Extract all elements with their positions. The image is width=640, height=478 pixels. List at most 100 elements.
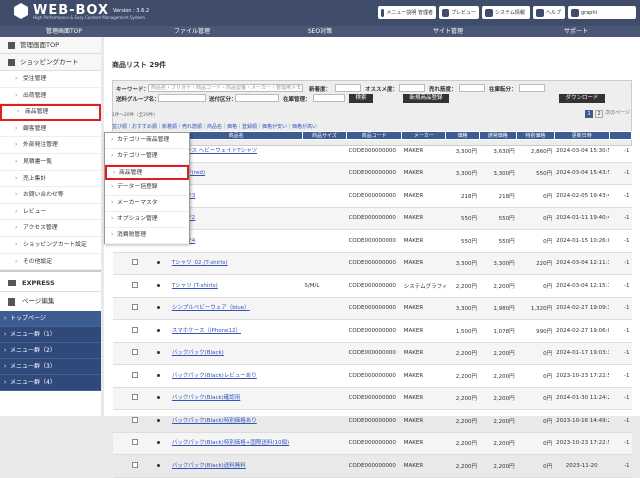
nav-item-file[interactable]: ファイル管理 — [128, 26, 256, 37]
stock-manage-select[interactable] — [313, 94, 345, 102]
product-stock: -1 — [609, 297, 632, 320]
user-menu-button[interactable]: graphi — [568, 6, 636, 19]
product-regular-price: 3,300円 — [479, 162, 517, 185]
submenu-item-options[interactable]: オプション管理 — [105, 212, 189, 228]
sidebar-item-shipping[interactable]: 出荷管理 — [0, 88, 101, 105]
product-updated-at: 2023-10-16 14:49:22 — [554, 409, 610, 433]
checkbox-icon[interactable] — [131, 416, 138, 423]
row-checkbox[interactable] — [121, 387, 148, 410]
sidebar-item-external-orders[interactable]: 外部発注管理 — [0, 137, 101, 154]
product-name-link[interactable]: バックパック(Black)特別価格あり — [169, 409, 303, 433]
sidebar-item-other-settings[interactable]: その他設定 — [0, 254, 101, 271]
page-1[interactable]: 1 — [585, 110, 594, 118]
submenu-item-category[interactable]: カテゴリー管理 — [105, 149, 189, 165]
row-checkbox[interactable] — [121, 319, 148, 343]
checkbox-icon[interactable] — [131, 349, 138, 356]
sort-select[interactable] — [235, 94, 279, 102]
nav-item-support[interactable]: サポート — [512, 26, 640, 37]
sidebar-item-customers[interactable]: 顧客管理 — [0, 121, 101, 138]
sidebar-item-quotes[interactable]: 見積書一覧 — [0, 154, 101, 171]
row-checkbox[interactable] — [121, 274, 148, 298]
product-name-link[interactable]: バックパック(Black)確認用 — [169, 387, 303, 410]
next-page-link[interactable]: 次のページ — [605, 110, 630, 118]
group-select[interactable] — [158, 94, 206, 102]
sidebar-item-inquiries[interactable]: お問い合わせ等 — [0, 187, 101, 204]
sidebar-item-reviews[interactable]: レビュー — [0, 204, 101, 221]
recommend-select[interactable] — [399, 84, 425, 92]
download-button[interactable]: ダウンロード — [559, 94, 605, 103]
product-name-link[interactable]: Tシャツ (T-shirts) — [169, 274, 303, 298]
product-name-link[interactable]: シンプルベビーウェア（blue） — [169, 297, 303, 320]
submenu-item-maker-master[interactable]: メーカーマスタ — [105, 196, 189, 212]
product-name-link[interactable]: バックパック(Black)送料無料 — [169, 454, 303, 478]
checkbox-icon[interactable] — [131, 394, 138, 401]
stock-select[interactable] — [519, 84, 545, 92]
checkbox-icon[interactable] — [131, 439, 138, 446]
row-checkbox[interactable] — [121, 297, 148, 320]
product-name-link[interactable]: スマホケース（iPhone12） — [169, 319, 303, 343]
product-regular-price: 2,200円 — [479, 387, 517, 410]
checkbox-icon[interactable] — [131, 326, 138, 333]
keyword-input[interactable]: 商品名・フリガナ・商品コード・商品型番・メーカー・管理用メモ — [148, 84, 303, 92]
row-checkbox[interactable] — [121, 342, 148, 365]
checkbox-icon[interactable] — [131, 304, 138, 311]
keyword-label: キーワード： — [116, 87, 150, 93]
product-name-link[interactable]: バックパック(Black)レビューあり — [169, 364, 303, 388]
product-maker: MAKER — [401, 184, 446, 208]
row-checkbox[interactable] — [121, 432, 148, 455]
product-special-price: 0円 — [516, 409, 555, 433]
bullet-icon — [157, 418, 161, 422]
sidebar-item-menu-group-2[interactable]: メニュー群（2） — [0, 343, 101, 360]
submenu-item-category-products[interactable]: カテゴリー商品管理 — [105, 133, 189, 149]
bullet-icon — [157, 328, 161, 332]
checkbox-icon[interactable] — [131, 259, 138, 266]
nav-item-admin-top[interactable]: 管理画面TOP — [0, 26, 128, 37]
page-2[interactable]: 2 — [595, 110, 604, 118]
sidebar-express[interactable]: EXPRESS — [0, 270, 101, 293]
sidebar-item-menu-group-3[interactable]: メニュー群（3） — [0, 359, 101, 376]
preview-button[interactable]: プレビュー — [439, 6, 479, 19]
nav-item-site[interactable]: サイト管理 — [384, 26, 512, 37]
nav-item-seo[interactable]: SEO対策 — [256, 26, 384, 37]
submenu-item-bulk-import[interactable]: データー括登録 — [105, 180, 189, 197]
sidebar-item-cart-settings[interactable]: ショッピングカート設定 — [0, 237, 101, 254]
table-row: Tシャツ (T-shirts) S/M/L CODE000000000 システムグラフ… — [112, 274, 632, 298]
product-special-price: 0円 — [516, 229, 555, 253]
product-name-link[interactable]: Tシャツ_02 (T-shirts) — [169, 252, 303, 275]
sidebar-item-menu-group-1[interactable]: メニュー群（1） — [0, 327, 101, 344]
sidebar-item-products[interactable]: 商品管理 — [0, 104, 101, 121]
product-code: CODE000000000 — [346, 274, 402, 298]
checkbox-icon[interactable] — [131, 371, 138, 378]
row-checkbox[interactable] — [121, 364, 148, 388]
sidebar-item-top-page[interactable]: トップページ — [0, 311, 101, 328]
product-maker: MAKER — [401, 162, 446, 185]
product-maker: MAKER — [401, 319, 446, 343]
sales-select[interactable] — [459, 84, 485, 92]
product-code: CODE000000000 — [346, 454, 402, 478]
sidebar-admin-top[interactable]: 管理画面TOP — [0, 37, 101, 54]
row-checkbox[interactable] — [121, 252, 148, 275]
new-product-button[interactable]: 新規商品登録 — [403, 94, 449, 103]
sidebar-item-access[interactable]: アクセス管理 — [0, 220, 101, 237]
sidebar-item-menu-group-4[interactable]: メニュー群（4） — [0, 375, 101, 392]
product-stock: -1 — [609, 319, 632, 343]
row-checkbox[interactable] — [121, 454, 148, 478]
help-button[interactable]: ヘルプ — [533, 6, 565, 19]
sidebar-item-orders[interactable]: 受注管理 — [0, 71, 101, 88]
search-button[interactable]: 検索 — [349, 94, 373, 103]
sort-links[interactable]: 並び順｜おすすめ順｜新着順｜売れ筋順｜商品名｜価格｜登録順｜価格が安い｜価格が高… — [112, 123, 317, 130]
new-select[interactable] — [335, 84, 361, 92]
checkbox-icon[interactable] — [131, 461, 138, 468]
submenu-item-products[interactable]: 商品管理 — [105, 164, 189, 181]
product-stock: -1 — [609, 409, 632, 433]
sidebar-item-sales[interactable]: 売上集計 — [0, 171, 101, 188]
row-checkbox[interactable] — [121, 409, 148, 433]
system-info-button[interactable]: システム情報 — [482, 6, 530, 19]
submenu-item-tax[interactable]: 消費税管理 — [105, 228, 189, 244]
product-name-link[interactable]: バックパック(Black) — [169, 342, 303, 365]
product-name-link[interactable]: バックパック(Black)特別価格+国際送料(10個) — [169, 432, 303, 455]
checkbox-icon[interactable] — [131, 281, 138, 288]
manual-button[interactable]: メニュー説明 管理者 — [378, 6, 436, 19]
user-icon — [571, 8, 579, 17]
top-header: WEB-BOX Version : 3.6.2 High Performance… — [0, 0, 640, 26]
